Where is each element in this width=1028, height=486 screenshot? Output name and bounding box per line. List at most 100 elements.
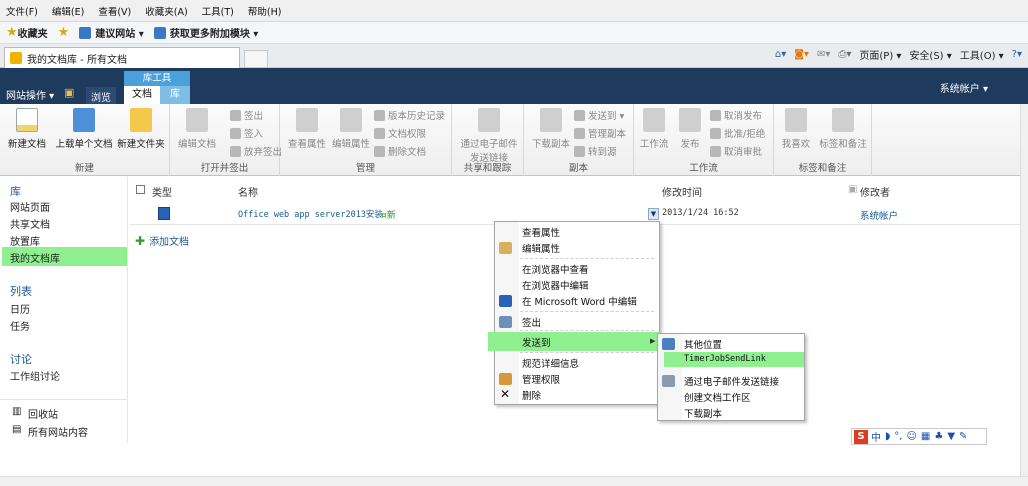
workflows-button[interactable]: 工作流 (634, 108, 674, 150)
column-name[interactable]: 名称 (238, 184, 258, 199)
nav-tasks[interactable]: 任务 (10, 318, 30, 333)
page-menu[interactable]: 页面(P) ▾ (859, 47, 901, 62)
menu-tools[interactable]: 工具(T) (202, 4, 234, 18)
doc-permissions-button[interactable]: 文档权限 (374, 126, 426, 140)
menu-help[interactable]: 帮助(H) (248, 4, 282, 18)
email-link-button[interactable]: 通过电子邮件 发送链接 (458, 108, 520, 164)
cancel-approval-button[interactable]: 取消审批 (710, 144, 762, 158)
new-document-button[interactable]: 新建文档 (2, 108, 52, 150)
suggested-sites-link[interactable]: 建议网站 ▾ (79, 25, 144, 40)
delete-document-button[interactable]: 删除文档 (374, 144, 426, 158)
punctuation-icon[interactable]: °, (894, 431, 902, 442)
menu-view[interactable]: 查看(V) (98, 4, 131, 18)
feeds-icon[interactable]: ◙▾ (794, 49, 809, 60)
menu-edit-properties[interactable]: 编辑属性 (522, 241, 560, 255)
version-history-button[interactable]: 版本历史记录 (374, 108, 445, 122)
tools-menu[interactable]: 工具(O) ▾ (960, 47, 1004, 62)
print-icon[interactable]: ⎙▾ (838, 49, 851, 60)
safety-menu[interactable]: 安全(S) ▾ (909, 47, 951, 62)
menu-check-out[interactable]: 签出 (522, 315, 541, 329)
edit-document-button[interactable]: 编辑文档 (172, 108, 222, 150)
nav-site-pages[interactable]: 网站页面 (10, 199, 50, 214)
nav-calendar[interactable]: 日历 (10, 301, 30, 316)
unpublish-button[interactable]: 取消发布 (710, 108, 762, 122)
nav-libraries[interactable]: 库 (10, 183, 21, 199)
half-width-icon[interactable]: ◗ (885, 431, 890, 442)
download-copy-button[interactable]: 下载副本 (526, 108, 576, 150)
nav-drop-off[interactable]: 放置库 (10, 233, 40, 248)
site-actions-menu[interactable]: 网站操作 ▾ (6, 87, 54, 102)
goto-source-button[interactable]: 转到源 (574, 144, 617, 158)
menu-send-to[interactable]: 发送到 (522, 335, 551, 349)
document-name-link[interactable]: Office web app server2013安装 (238, 208, 383, 220)
menu-view-properties[interactable]: 查看属性 (522, 225, 560, 239)
tags-notes-button[interactable]: 标签和备注 (816, 108, 870, 150)
addons-link[interactable]: 获取更多附加模块 ▾ (153, 25, 258, 40)
tab-library[interactable]: 库 (160, 86, 190, 104)
filter-icon[interactable]: ▣ (848, 184, 857, 195)
new-tab-button[interactable] (244, 50, 268, 68)
submenu-other-location[interactable]: 其他位置 (684, 337, 722, 351)
column-type[interactable]: 类型 (152, 184, 172, 199)
emoji-icon[interactable]: ☺ (906, 431, 916, 442)
item-menu-dropdown[interactable]: ▼ (648, 208, 659, 220)
skin-icon[interactable]: ♣ (934, 431, 943, 442)
nav-recycle-bin[interactable]: 回收站 (28, 406, 58, 421)
menu-favorites[interactable]: 收藏夹(A) (145, 4, 187, 18)
favorites-button[interactable]: ★ 收藏夹 (6, 25, 48, 40)
manage-copies-button[interactable]: 管理副本 (574, 126, 626, 140)
vertical-scrollbar[interactable] (1020, 104, 1028, 476)
menu-compliance-details[interactable]: 规范详细信息 (522, 356, 579, 370)
help-icon[interactable]: ?▾ (1012, 49, 1022, 60)
nav-team-discussion[interactable]: 工作组讨论 (10, 368, 60, 383)
horizontal-scrollbar[interactable] (0, 476, 1028, 486)
shirt-icon[interactable]: ▼ (947, 431, 955, 442)
check-out-button[interactable]: 签出 (230, 108, 263, 122)
settings-icon[interactable]: ✎ (959, 431, 967, 442)
send-to-button[interactable]: 发送到 ▾ (574, 108, 624, 122)
menu-edit-in-browser[interactable]: 在浏览器中编辑 (522, 278, 589, 292)
i-like-it-button[interactable]: 我喜欢 (776, 108, 816, 150)
keyboard-icon[interactable]: ▦ (921, 431, 930, 442)
menu-file[interactable]: 文件(F) (6, 4, 38, 18)
select-all-checkbox[interactable] (136, 185, 145, 194)
tags-icon (832, 108, 854, 132)
ime-toolbar[interactable]: S 中 ◗ °, ☺ ▦ ♣ ▼ ✎ (851, 428, 987, 445)
publish-button[interactable]: 发布 (672, 108, 708, 150)
approve-reject-button[interactable]: 批准/拒绝 (710, 126, 765, 140)
menu-edit[interactable]: 编辑(E) (52, 4, 84, 18)
nav-all-content[interactable]: 所有网站内容 (28, 424, 88, 439)
submenu-download-copy[interactable]: 下载副本 (684, 406, 722, 420)
view-properties-button[interactable]: 查看属性 (282, 108, 332, 150)
modified-by-link[interactable]: 系统帐户 (860, 208, 898, 222)
menu-view-in-browser[interactable]: 在浏览器中查看 (522, 262, 589, 276)
menu-edit-in-word[interactable]: 在 Microsoft Word 中编辑 (522, 294, 637, 308)
delete-icon (374, 145, 385, 157)
submenu-email-link[interactable]: 通过电子邮件发送链接 (684, 374, 779, 388)
mail-icon[interactable]: ✉▾ (817, 49, 830, 60)
upload-document-button[interactable]: 上载单个文档 (54, 108, 114, 150)
submenu-create-workspace[interactable]: 创建文档工作区 (684, 390, 751, 404)
new-folder-button[interactable]: 新建文件夹 (114, 108, 168, 150)
browser-tab[interactable]: 我的文档库 - 所有文档 (4, 47, 240, 68)
nav-my-library[interactable]: 我的文档库 (10, 250, 60, 265)
home-icon[interactable]: ⌂▾ (775, 49, 786, 60)
submenu-timer-job[interactable]: TimerJobSendLink (684, 354, 766, 364)
nav-shared-documents[interactable]: 共享文档 (10, 216, 50, 231)
add-favorite-button[interactable]: ★ (58, 25, 70, 40)
tab-documents[interactable]: 文档 (124, 86, 160, 104)
column-modified-by[interactable]: 修改者 (860, 184, 890, 199)
edit-properties-button[interactable]: 编辑属性 (326, 108, 376, 150)
account-menu[interactable]: 系统帐户 ▾ (940, 80, 988, 95)
column-modified[interactable]: 修改时间 (662, 184, 702, 199)
nav-discussions[interactable]: 讨论 (10, 351, 32, 367)
add-document-link[interactable]: ✚ 添加文档 (135, 233, 189, 248)
check-in-button[interactable]: 签入 (230, 126, 263, 140)
nav-lists[interactable]: 列表 (10, 283, 32, 299)
ime-mode-label[interactable]: 中 (871, 429, 881, 444)
upload-icon (73, 108, 95, 132)
navigate-up-icon[interactable]: ▣ (64, 86, 74, 99)
menu-delete[interactable]: 删除 (522, 388, 541, 402)
menu-manage-permissions[interactable]: 管理权限 (522, 372, 560, 386)
discard-checkout-button[interactable]: 放弃签出 (230, 144, 282, 158)
